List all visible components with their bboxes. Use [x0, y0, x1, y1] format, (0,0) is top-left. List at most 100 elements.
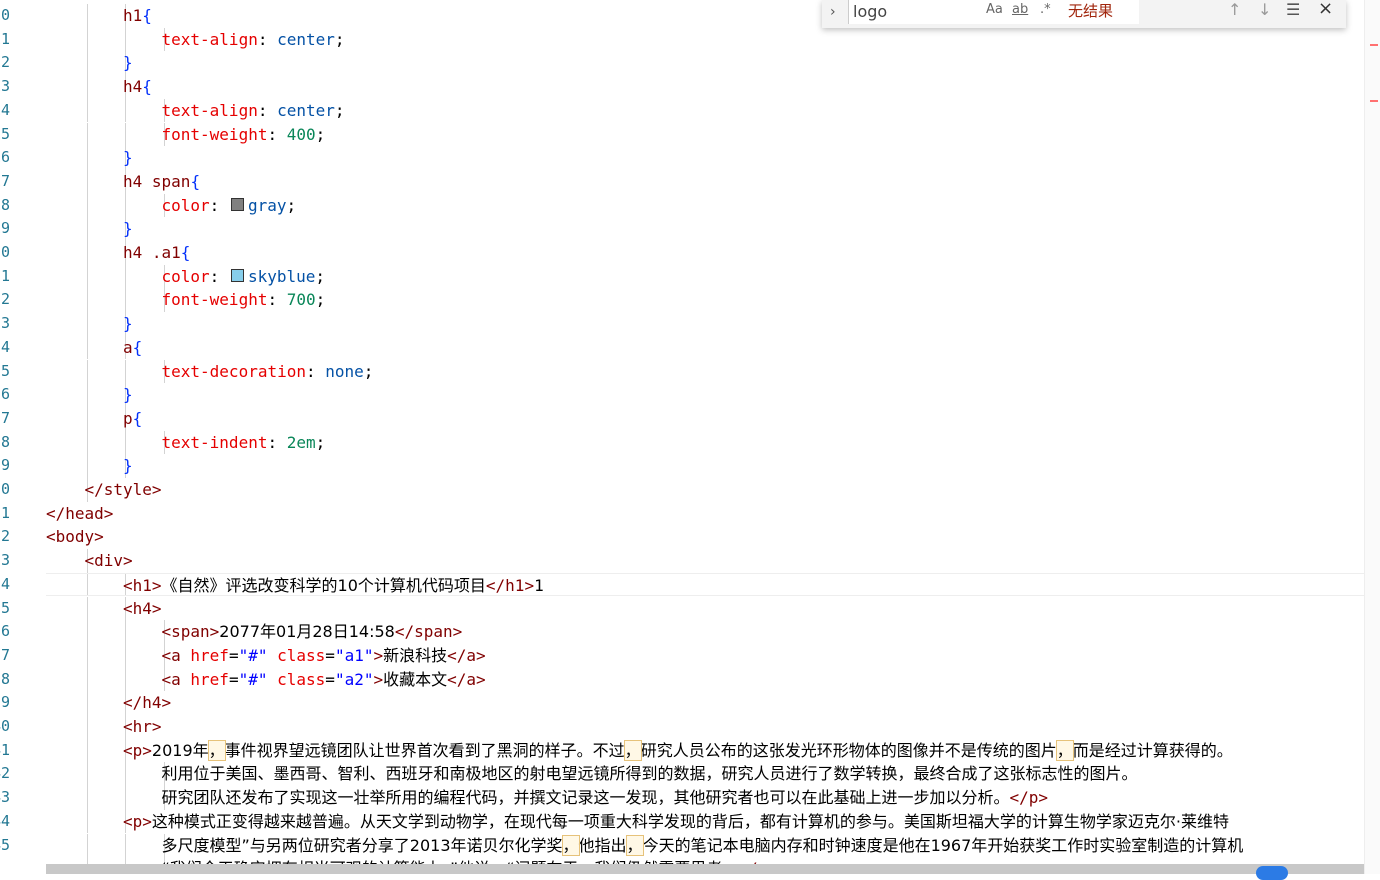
code-line[interactable]: h4 span{ [46, 169, 1364, 194]
code-content: <div> [85, 549, 133, 573]
code-line[interactable]: } [46, 383, 1364, 407]
close-icon[interactable]: × [1318, 0, 1333, 19]
code-line[interactable]: h4{ [46, 75, 1364, 99]
code-content: 研究团队还发布了实现这一壮举所用的编程代码，并撰文记录这一发现，其他研究者也可以… [162, 786, 1049, 810]
code-content: color: gray; [162, 194, 297, 218]
code-line[interactable]: 研究团队还发布了实现这一壮举所用的编程代码，并撰文记录这一发现，其他研究者也可以… [46, 786, 1364, 810]
horizontal-scrollbar[interactable] [46, 864, 1364, 874]
indent-guide [86, 691, 88, 715]
highlighted-comma: ， [623, 739, 642, 761]
find-in-selection-icon[interactable]: ☰ [1286, 0, 1300, 19]
code-line[interactable]: } [46, 312, 1364, 336]
vertical-scrollbar[interactable] [1364, 0, 1380, 874]
html-tag: <hr> [123, 717, 162, 736]
code-line[interactable]: text-align: center; [46, 27, 1364, 52]
code-line[interactable]: h4 .a1{ [46, 241, 1364, 265]
code-line[interactable]: font-weight: 700; [46, 288, 1364, 313]
indent-guide [86, 193, 88, 218]
brace: } [123, 385, 133, 405]
equals: = [325, 669, 335, 689]
code-line[interactable]: <h1>《自然》评选改变科学的10个计算机代码项目</h1>1 [46, 572, 1364, 597]
match-case-toggle[interactable]: Aa [986, 2, 1003, 17]
code-line[interactable]: color: skyblue; [46, 264, 1364, 289]
code-content: } [123, 51, 133, 75]
code-line[interactable]: <a href="#" class="a2">收藏本文</a> [46, 667, 1364, 692]
code-content: a{ [123, 336, 142, 360]
css-value: center [277, 100, 335, 120]
code-line[interactable]: } [46, 217, 1364, 241]
code-line[interactable]: <div> [46, 549, 1364, 573]
highlighted-comma: ， [625, 834, 644, 856]
paragraph-text: 而是经过计算获得的。 [1072, 740, 1233, 760]
css-value: 700 [286, 290, 316, 310]
code-content: color: skyblue; [162, 265, 326, 289]
code-line[interactable]: </h4> [46, 691, 1364, 715]
code-line[interactable]: <p>这种模式正变得越来越普遍。从天文学到动物学，在现代每一项重大科学发现的背后… [46, 809, 1364, 834]
code-line[interactable]: <a href="#" class="a1">新浪科技</a> [46, 643, 1364, 668]
date-text: 2077年01月28日14:58 [219, 622, 395, 642]
code-line[interactable]: } [46, 51, 1364, 76]
semicolon: ; [286, 195, 297, 215]
code-line[interactable]: <p>2019年，事件视界望远镜团队让世界首次看到了黑洞的样子。不过，研究人员公… [46, 738, 1364, 763]
code-content: h4 .a1{ [123, 241, 190, 265]
code-line[interactable]: <hr> [46, 715, 1364, 739]
indent-guide [86, 98, 88, 123]
highlighted-comma: ， [561, 834, 580, 856]
colon: : [257, 100, 278, 120]
whole-word-toggle[interactable]: ab [1012, 2, 1028, 17]
code-line[interactable]: p{ [46, 406, 1364, 431]
indent-guide [86, 359, 88, 384]
brace: { [132, 337, 143, 357]
line-number: 13 [0, 77, 11, 96]
chevron-right-icon[interactable]: › [830, 4, 836, 20]
html-tag: <div> [84, 551, 133, 571]
html-tag: </h1> [485, 575, 535, 595]
line-number: 17 [0, 171, 11, 190]
css-value: 2em [286, 432, 316, 452]
code-content: text-align: center; [162, 99, 345, 123]
code-content: text-decoration: none; [162, 360, 374, 384]
code-line[interactable]: text-align: center; [46, 98, 1364, 123]
code-line[interactable]: <span>2077年01月28日14:58</span> [46, 620, 1364, 644]
code-line[interactable]: <body> [46, 525, 1364, 549]
code-line[interactable]: } [46, 146, 1364, 170]
code-line[interactable]: text-indent: 2em; [46, 430, 1364, 455]
indent-guide [125, 833, 126, 858]
line-number: 43 [0, 788, 11, 807]
regex-toggle[interactable]: .* [1040, 2, 1051, 17]
line-number-gutter: 10 11 12 13 14 15 16 17 18 19 20 21 22 23 24 25 26 27 28 29… [0, 0, 46, 874]
indent-guide [86, 454, 88, 478]
html-tag: </style> [84, 480, 162, 499]
attribute-value: "a1" [334, 645, 374, 665]
brace: { [190, 171, 201, 191]
line-number: 19 [0, 219, 11, 238]
semicolon: ; [334, 100, 345, 120]
indent-guide [86, 288, 88, 313]
code-content: <a href="#" class="a1">新浪科技</a> [162, 644, 486, 668]
indent-guide [125, 430, 126, 455]
code-line[interactable]: color: gray; [46, 193, 1364, 218]
code-line[interactable]: 多尺度模型”与另两位研究者分享了2013年诺贝尔化学奖，他指出，今天的笔记本电脑… [46, 833, 1364, 858]
line-number: 35 [0, 598, 11, 617]
code-line[interactable]: text-decoration: none; [46, 359, 1364, 384]
code-line[interactable]: 利用位于美国、墨西哥、智利、西班牙和南极地区的射电望远镜所得到的数据，研究人员进… [46, 762, 1364, 787]
code-line[interactable]: } [46, 454, 1364, 478]
code-line[interactable]: </style> [46, 478, 1364, 502]
arrow-up-icon[interactable]: ↑ [1228, 0, 1241, 19]
indent-guide [86, 762, 88, 787]
arrow-down-icon[interactable]: ↓ [1258, 0, 1271, 19]
css-selector: h4 span [123, 171, 191, 191]
html-tag: > [373, 645, 384, 665]
code-line[interactable]: <h4> [46, 596, 1364, 621]
code-content: } [123, 146, 133, 170]
indent-guide [125, 288, 126, 313]
code-line[interactable]: a{ [46, 335, 1364, 360]
indent-guide [86, 715, 88, 739]
indent-guide [125, 786, 126, 810]
css-value: 400 [286, 124, 316, 144]
code-line[interactable]: </head> [46, 502, 1364, 526]
code-editor[interactable]: h1{text-align: center;} h4{text-align: ce… [46, 0, 1364, 874]
indent-guide [125, 98, 126, 123]
code-line[interactable]: font-weight: 400; [46, 122, 1364, 147]
